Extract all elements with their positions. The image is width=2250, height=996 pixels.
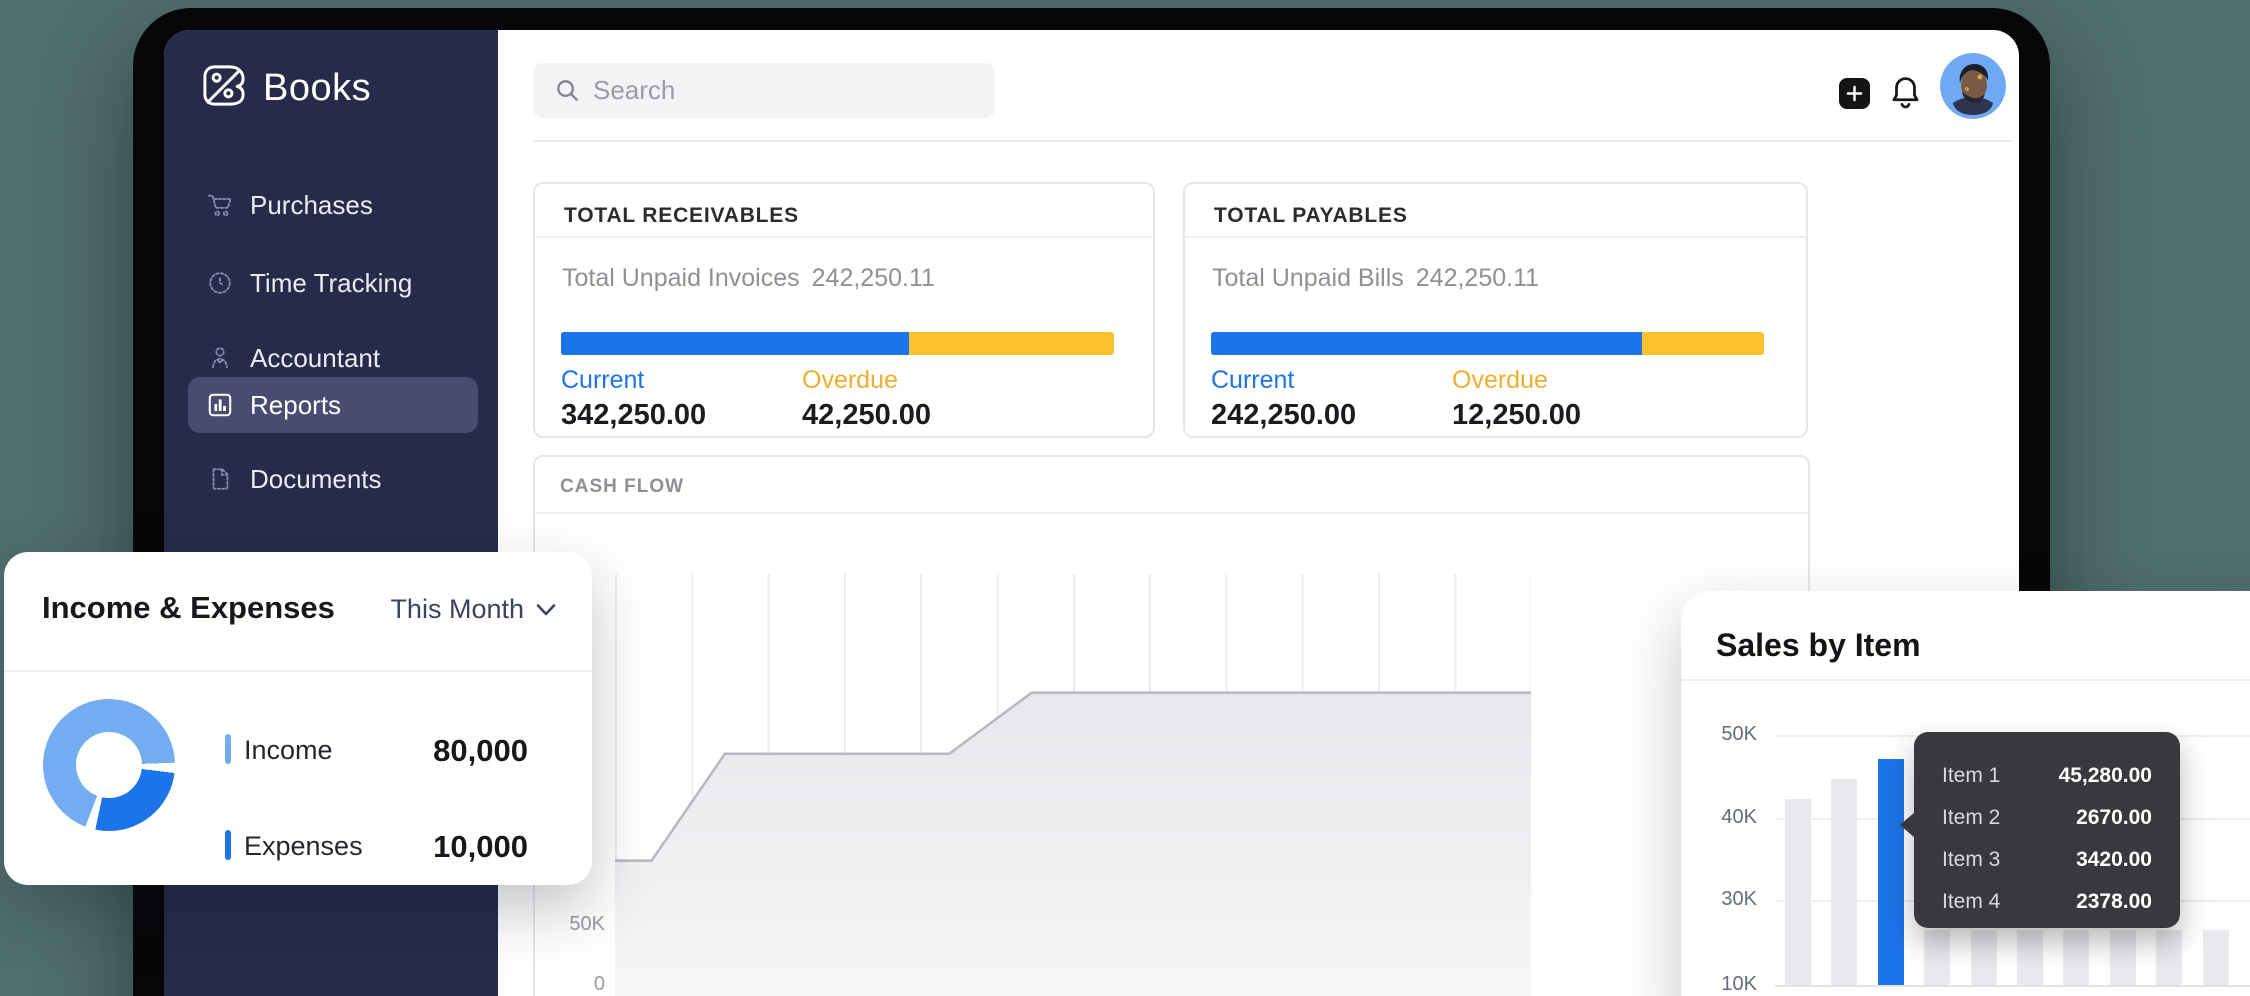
sales-bar[interactable] [2203,930,2229,985]
accountant-icon [207,345,233,371]
period-dropdown[interactable]: This Month [390,594,556,625]
payables-progress-current [1211,332,1642,355]
sales-by-item-card: Sales by Item 50K 40K 30K 10K Item 1 45,… [1681,591,2250,996]
document-icon [207,466,233,492]
tooltip-item-label: Item 4 [1942,890,2000,914]
cart-icon [207,192,233,218]
current-label: Current [1211,366,1294,395]
income-expenses-title: Income & Expenses [42,590,335,626]
sales-bar[interactable] [1971,930,1997,985]
tooltip-item-label: Item 2 [1942,806,2000,830]
overdue-value: 42,250.00 [802,399,931,432]
expenses-legend-label: Expenses [244,831,363,862]
cash-flow-title: CASH FLOW [560,476,684,498]
income-expenses-donut-chart [43,699,175,831]
current-label: Current [561,366,644,395]
sales-bar[interactable] [1785,799,1811,985]
app-logo[interactable]: Books [200,62,371,114]
clock-icon [207,270,233,296]
search-box[interactable] [533,63,995,118]
sidebar-item-reports[interactable]: Reports [188,377,478,433]
tooltip-row: Item 4 2378.00 [1942,883,2152,920]
sales-bar[interactable] [1924,930,1950,985]
tooltip-row: Item 3 3420.00 [1942,841,2152,878]
notifications-button[interactable] [1887,74,1924,112]
sales-tooltip: Item 1 45,280.00 Item 2 2670.00 Item 3 3… [1914,732,2180,928]
unpaid-invoices-row: Total Unpaid Invoices242,250.11 [562,264,935,293]
sales-bar[interactable] [2017,930,2043,985]
add-new-button[interactable] [1839,78,1870,109]
avatar-image [1940,53,2006,119]
sidebar-item-label: Time Tracking [250,268,412,299]
expenses-legend-tick [225,830,231,860]
unpaid-bills-value: 242,250.11 [1416,264,1539,292]
tooltip-item-value: 3420.00 [2076,848,2152,872]
income-legend-tick [225,734,231,764]
payables-progress [1211,332,1764,355]
receivables-progress-current [561,332,909,355]
sales-bar[interactable] [2063,930,2089,985]
app-logo-label: Books [263,67,371,110]
divider [4,670,592,672]
tooltip-item-value: 2378.00 [2076,890,2152,914]
receivables-progress [561,332,1114,355]
divider [1681,679,2250,681]
search-icon [554,77,581,104]
current-value: 242,250.00 [1211,399,1356,432]
unpaid-invoices-value: 242,250.11 [812,264,935,292]
reports-icon [207,392,233,418]
total-payables-card: TOTAL PAYABLES Total Unpaid Bills242,250… [1183,182,1808,438]
tooltip-item-label: Item 1 [1942,764,2000,788]
tooltip-row: Item 1 45,280.00 [1942,757,2152,794]
period-dropdown-label: This Month [390,594,524,625]
sidebar-item-time-tracking[interactable]: Time Tracking [188,252,478,314]
topbar-divider [533,140,2012,142]
current-value: 342,250.00 [561,399,706,432]
sales-bar[interactable] [2110,930,2136,985]
overdue-label: Overdue [802,366,898,395]
sales-by-item-title: Sales by Item [1716,627,1921,664]
tooltip-item-value: 2670.00 [2076,806,2152,830]
screenshot-root: Books Purchases [0,0,2250,996]
sales-bar-highlighted[interactable] [1878,759,1904,985]
sidebar-item-label: Documents [250,464,382,495]
cashflow-ytick-0: 0 [547,973,605,996]
overdue-label: Overdue [1452,366,1548,395]
total-receivables-card: TOTAL RECEIVABLES Total Unpaid Invoices2… [533,182,1155,438]
search-input[interactable] [593,75,973,106]
sidebar-item-purchases[interactable]: Purchases [188,174,478,236]
unpaid-bills-row: Total Unpaid Bills242,250.11 [1212,264,1539,293]
plus-icon [1846,85,1863,102]
income-value: 80,000 [433,733,528,769]
sidebar-item-label: Purchases [250,190,373,221]
user-avatar[interactable] [1940,53,2006,119]
divider [535,512,1808,514]
tooltip-row: Item 2 2670.00 [1942,799,2152,836]
sidebar-item-label: Accountant [250,343,380,374]
chevron-down-icon [536,603,556,617]
tooltip-item-value: 45,280.00 [2059,764,2152,788]
cash-flow-card: CASH FLOW 50K 0 [533,455,1810,996]
expenses-value: 10,000 [433,829,528,865]
income-legend-label: Income [244,735,333,766]
sales-bar[interactable] [2156,930,2182,985]
receivables-title: TOTAL RECEIVABLES [564,204,799,228]
cashflow-ytick-50k: 50K [547,913,605,936]
cash-flow-area [615,574,1531,996]
sidebar-item-documents[interactable]: Documents [188,448,478,510]
overdue-value: 12,250.00 [1452,399,1581,432]
divider [1185,236,1806,238]
divider [535,236,1153,238]
gridline-10k [1775,985,2250,987]
bell-icon [1887,74,1924,111]
sidebar-item-label: Reports [250,390,341,421]
income-expenses-card: Income & Expenses This Month Income 80,0… [4,552,592,885]
payables-title: TOTAL PAYABLES [1214,204,1408,228]
cash-flow-chart [615,574,1531,996]
books-logo-icon [200,62,247,114]
tooltip-item-label: Item 3 [1942,848,2000,872]
sales-bar[interactable] [1831,779,1857,985]
